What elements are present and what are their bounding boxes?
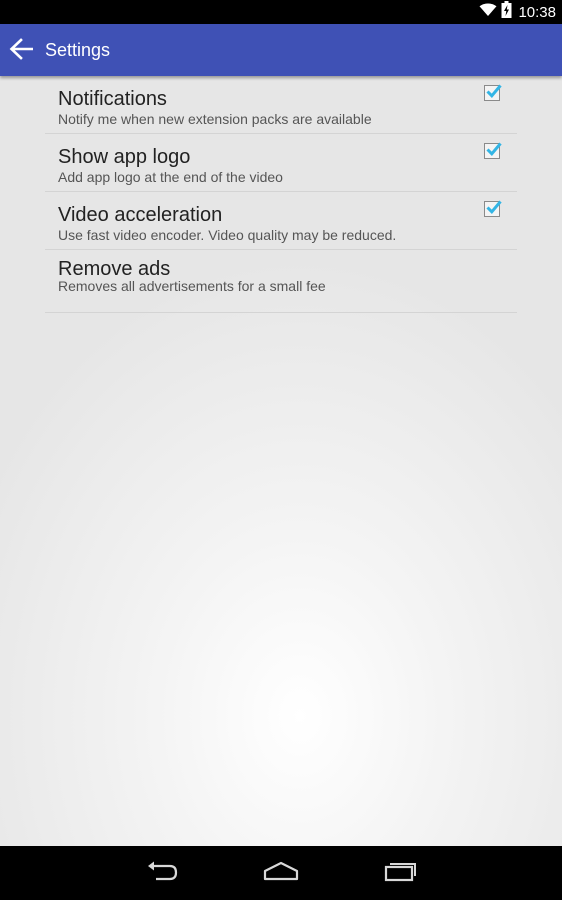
nav-recent-apps-button[interactable] [377,858,425,888]
show-app-logo-checkbox[interactable] [484,142,502,159]
action-bar: Settings [0,24,562,76]
preference-title: Show app logo [58,146,191,168]
notifications-checkbox[interactable] [484,84,502,101]
back-button[interactable] [4,34,38,68]
navigation-bar [0,846,562,900]
preference-title: Notifications [58,88,167,110]
status-icons: 10:38 [479,0,556,24]
preference-remove-ads[interactable]: Remove ads Removes all advertisements fo… [45,250,517,313]
back-icon [145,860,179,887]
settings-screen: 10:38 Settings Notifications Notify me w… [0,0,562,900]
wifi-icon [479,3,497,22]
preference-list: Notifications Notify me when new extensi… [45,76,517,313]
video-acceleration-checkbox[interactable] [484,200,502,217]
page-title: Settings [45,40,111,60]
preference-video-acceleration[interactable]: Video acceleration Use fast video encode… [45,192,517,250]
preference-notifications[interactable]: Notifications Notify me when new extensi… [45,76,517,134]
arrow-back-icon [9,37,34,65]
settings-content: Notifications Notify me when new extensi… [0,76,562,846]
nav-home-button[interactable] [257,858,305,888]
status-bar: 10:38 [0,0,562,24]
preference-show-app-logo[interactable]: Show app logo Add app logo at the end of… [45,134,517,192]
status-time: 10:38 [518,3,556,21]
battery-charging-icon [501,1,512,23]
preference-title: Video acceleration [58,204,223,226]
nav-back-button[interactable] [138,858,186,888]
preference-summary: Notify me when new extension packs are a… [58,111,372,127]
preference-summary: Use fast video encoder. Video quality ma… [58,227,397,243]
preference-summary: Add app logo at the end of the video [58,169,283,185]
recent-apps-icon [384,860,418,887]
home-icon [263,860,299,887]
preference-summary: Removes all advertisements for a small f… [58,278,326,294]
